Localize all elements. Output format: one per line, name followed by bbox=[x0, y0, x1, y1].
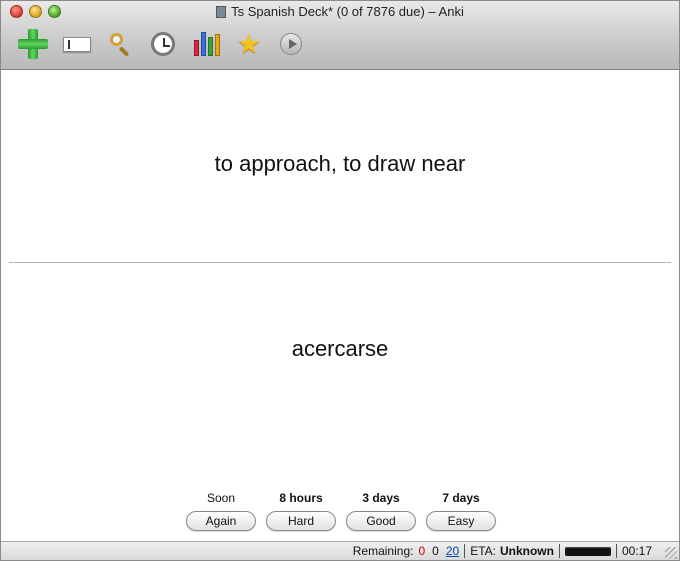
progress-bar bbox=[564, 546, 611, 556]
hard-button[interactable]: Hard bbox=[266, 511, 336, 531]
question-answer-divider bbox=[9, 262, 671, 263]
star-icon: ★ bbox=[236, 28, 262, 59]
interval-good: 3 days bbox=[362, 491, 400, 505]
good-button[interactable]: Good bbox=[346, 511, 416, 531]
remaining-label: Remaining: bbox=[352, 544, 414, 558]
new-count: 0 bbox=[418, 544, 426, 558]
title-bar: Ts Spanish Deck* (0 of 7876 due) – Anki … bbox=[1, 1, 679, 70]
eta-label: ETA: bbox=[470, 544, 496, 558]
bar-graph-icon bbox=[194, 32, 220, 56]
document-proxy-icon bbox=[216, 6, 227, 18]
window-title: Ts Spanish Deck* (0 of 7876 due) – Anki bbox=[1, 4, 679, 19]
review-count: 0 bbox=[432, 544, 439, 558]
card-answer: acercarse bbox=[291, 336, 389, 361]
card-question: to approach, to draw near bbox=[214, 151, 466, 176]
add-button[interactable] bbox=[17, 28, 49, 60]
magnifier-icon bbox=[108, 31, 134, 57]
edit-button[interactable] bbox=[61, 28, 93, 60]
search-button[interactable] bbox=[105, 28, 137, 60]
timer-button[interactable] bbox=[147, 28, 179, 60]
resize-grip[interactable] bbox=[665, 547, 677, 559]
session-timer: 00:17 bbox=[621, 544, 652, 558]
mark-button[interactable]: ★ bbox=[233, 28, 265, 60]
status-separator bbox=[558, 544, 560, 558]
graphs-button[interactable] bbox=[191, 28, 223, 60]
anki-window: Ts Spanish Deck* (0 of 7876 due) – Anki … bbox=[0, 0, 680, 561]
plus-icon bbox=[18, 29, 48, 59]
status-separator bbox=[615, 544, 617, 558]
again-button[interactable]: Again bbox=[186, 511, 256, 531]
interval-again: Soon bbox=[206, 491, 236, 505]
play-button[interactable] bbox=[275, 28, 307, 60]
interval-easy: 7 days bbox=[442, 491, 480, 505]
status-bar: Remaining: 0 0 20 ETA: Unknown 00:17 bbox=[1, 541, 679, 560]
eta-value: Unknown bbox=[499, 544, 554, 558]
interval-hard: 8 hours bbox=[279, 491, 323, 505]
status-separator bbox=[464, 544, 466, 558]
play-icon bbox=[280, 33, 302, 55]
easy-button[interactable]: Easy bbox=[426, 511, 496, 531]
stopwatch-icon bbox=[151, 32, 175, 56]
window-title-text: Ts Spanish Deck* (0 of 7876 due) – Anki bbox=[231, 4, 464, 19]
learn-count-link[interactable]: 20 bbox=[446, 544, 459, 558]
edit-field-icon bbox=[63, 36, 91, 52]
